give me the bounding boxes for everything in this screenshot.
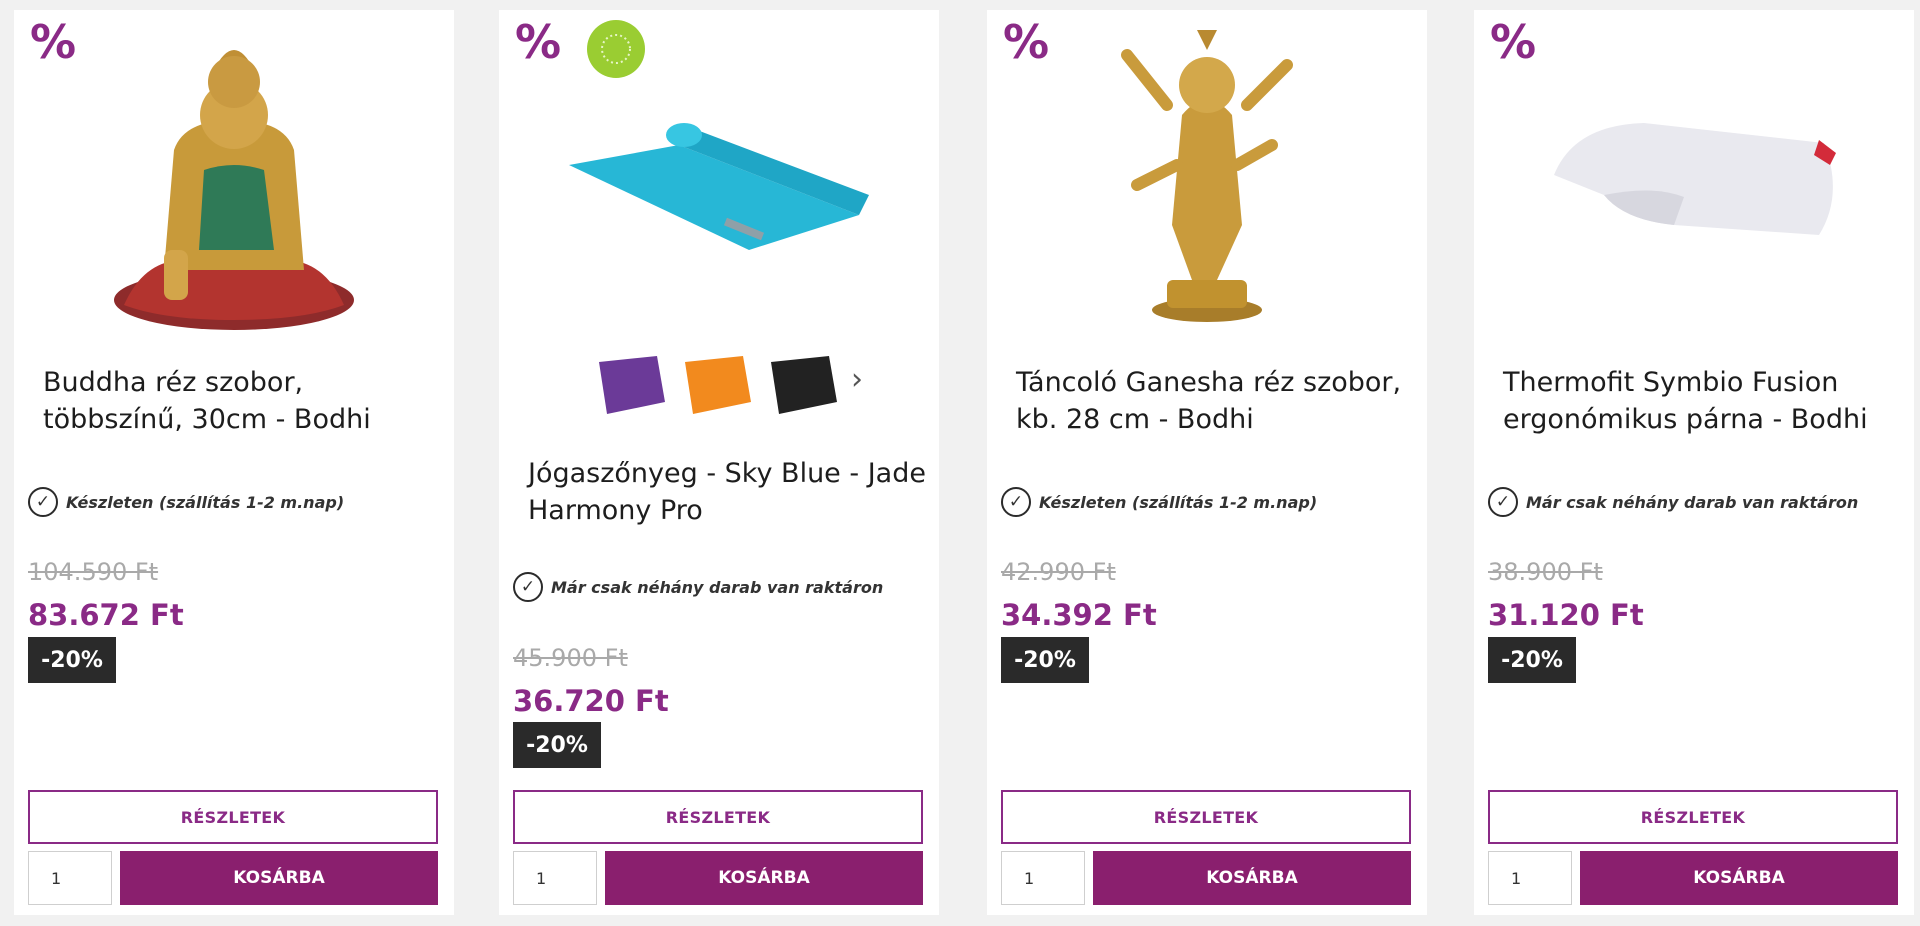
add-to-cart-button[interactable]: KOSÁRBA	[1580, 851, 1898, 905]
product-title[interactable]: Táncoló Ganesha réz szobor, kb. 28 cm - …	[1016, 364, 1416, 438]
old-price: 45.900 Ft	[513, 644, 628, 672]
product-image-ganesha[interactable]	[987, 10, 1427, 340]
sale-price: 34.392 Ft	[1001, 598, 1157, 632]
details-button[interactable]: RÉSZLETEK	[1001, 790, 1411, 844]
stock-text: Már csak néhány darab van raktáron	[551, 577, 884, 597]
details-button[interactable]: RÉSZLETEK	[28, 790, 438, 844]
product-image-buddha[interactable]	[14, 10, 454, 340]
old-price: 104.590 Ft	[28, 558, 159, 586]
add-to-cart-button[interactable]: KOSÁRBA	[120, 851, 438, 905]
quantity-input[interactable]	[513, 851, 597, 905]
add-to-cart-button[interactable]: KOSÁRBA	[1093, 851, 1411, 905]
eu-organic-leaf-icon	[587, 20, 645, 78]
sale-price: 83.672 Ft	[28, 598, 184, 632]
stock-text: Már csak néhány darab van raktáron	[1526, 492, 1859, 512]
details-button[interactable]: RÉSZLETEK	[513, 790, 923, 844]
sale-percent-icon: %	[30, 15, 77, 69]
sale-price: 31.120 Ft	[1488, 598, 1644, 632]
variant-swatch[interactable]	[769, 352, 839, 422]
chevron-right-icon[interactable]: ›	[851, 362, 863, 397]
add-to-cart-button[interactable]: KOSÁRBA	[605, 851, 923, 905]
product-image-yoga-mat[interactable]	[499, 10, 939, 340]
stock-status: ✓ Már csak néhány darab van raktáron	[513, 572, 883, 602]
variant-swatch[interactable]	[683, 352, 753, 422]
details-button[interactable]: RÉSZLETEK	[1488, 790, 1898, 844]
discount-badge: -20%	[28, 637, 116, 683]
old-price: 38.900 Ft	[1488, 558, 1603, 586]
quantity-input[interactable]	[28, 851, 112, 905]
variant-swatch[interactable]	[597, 352, 667, 422]
product-card: % Táncoló Ganesha réz szobor, kb. 28 cm …	[987, 10, 1427, 915]
product-grid: % Buddha réz szobor, többszínű, 30cm - B…	[0, 0, 1920, 926]
quantity-input[interactable]	[1001, 851, 1085, 905]
check-circle-icon: ✓	[513, 572, 543, 602]
product-card: % Buddha réz szobor, többszínű, 30cm - B…	[14, 10, 454, 915]
product-image-pillow[interactable]	[1474, 10, 1914, 340]
old-price: 42.990 Ft	[1001, 558, 1116, 586]
stock-status: ✓ Készleten (szállítás 1-2 m.nap)	[28, 487, 344, 517]
sale-percent-icon: %	[1003, 15, 1050, 69]
product-card: % › Jógaszőnyeg - Sky Blue - Jade Harmon…	[499, 10, 939, 915]
discount-badge: -20%	[513, 722, 601, 768]
product-title[interactable]: Thermofit Symbio Fusion ergonómikus párn…	[1503, 364, 1903, 438]
variant-swatches: ›	[499, 340, 939, 420]
product-title[interactable]: Jógaszőnyeg - Sky Blue - Jade Harmony Pr…	[528, 455, 928, 529]
stock-text: Készleten (szállítás 1-2 m.nap)	[1039, 492, 1318, 512]
product-title[interactable]: Buddha réz szobor, többszínű, 30cm - Bod…	[43, 364, 443, 438]
check-circle-icon: ✓	[28, 487, 58, 517]
stock-status: ✓ Készleten (szállítás 1-2 m.nap)	[1001, 487, 1317, 517]
check-circle-icon: ✓	[1488, 487, 1518, 517]
discount-badge: -20%	[1488, 637, 1576, 683]
check-circle-icon: ✓	[1001, 487, 1031, 517]
discount-badge: -20%	[1001, 637, 1089, 683]
sale-percent-icon: %	[1490, 15, 1537, 69]
sale-price: 36.720 Ft	[513, 684, 669, 718]
product-card: % Thermofit Symbio Fusion ergonómikus pá…	[1474, 10, 1914, 915]
stock-status: ✓ Már csak néhány darab van raktáron	[1488, 487, 1858, 517]
quantity-input[interactable]	[1488, 851, 1572, 905]
sale-percent-icon: %	[515, 15, 562, 69]
stock-text: Készleten (szállítás 1-2 m.nap)	[66, 492, 345, 512]
